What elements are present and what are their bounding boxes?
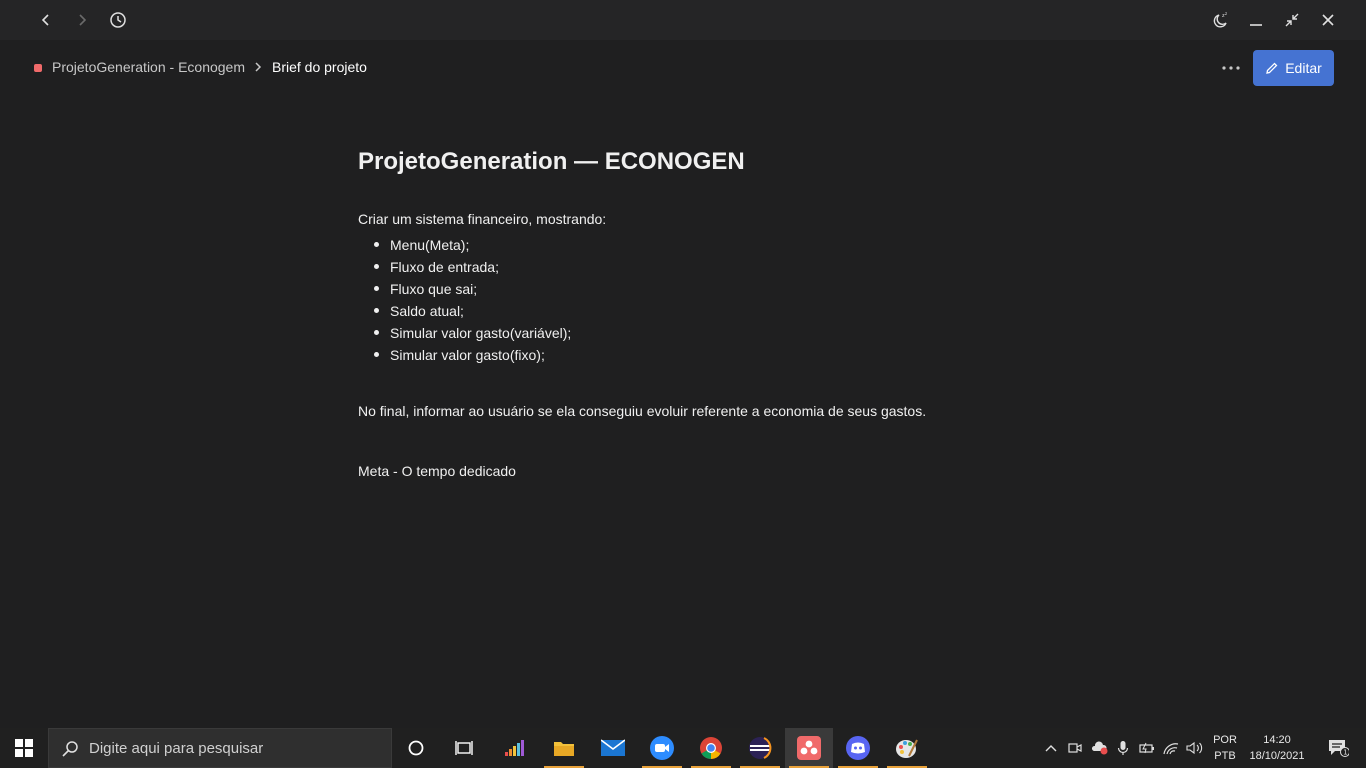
clock-icon xyxy=(110,12,126,28)
list-item: Fluxo de entrada; xyxy=(373,256,571,278)
close-button[interactable] xyxy=(1310,0,1346,40)
cortana-icon xyxy=(408,740,424,756)
search-icon xyxy=(62,741,78,757)
minimize-icon xyxy=(1250,24,1262,26)
taskbar-search-box[interactable]: Digite aqui para pesquisar xyxy=(48,728,392,768)
file-explorer-icon xyxy=(554,742,574,756)
taskbar-clock[interactable]: 14:20 18/10/2021 xyxy=(1244,732,1310,764)
moon-zzz-icon: zz xyxy=(1213,11,1227,28)
title-bar: zz xyxy=(0,0,1366,40)
notification-count: 1 xyxy=(1343,749,1347,757)
restore-button[interactable] xyxy=(1274,0,1310,40)
taskbar-app-paint[interactable] xyxy=(883,728,931,768)
keyboard-layout-code: PTB xyxy=(1214,750,1236,762)
brief-title: ProjetoGeneration — ECONOGEN xyxy=(358,148,745,175)
mail-icon xyxy=(601,739,625,756)
speaker-icon xyxy=(1186,741,1203,755)
battery-charging-icon xyxy=(1139,742,1154,754)
search-placeholder: Digite aqui para pesquisar xyxy=(89,740,264,757)
edit-button-label: Editar xyxy=(1285,60,1322,76)
wifi-icon xyxy=(1163,743,1179,755)
list-item: Simular valor gasto(variável); xyxy=(373,322,571,344)
tray-meet-now[interactable] xyxy=(1064,728,1086,768)
microphone-icon xyxy=(1117,741,1129,755)
windows-taskbar: Digite aqui para pesquisar POR PTB 14:20… xyxy=(0,728,1366,768)
camera-icon xyxy=(1068,743,1082,753)
taskbar-app-chrome[interactable] xyxy=(687,728,735,768)
windows-logo-icon xyxy=(15,739,33,757)
edit-button[interactable]: Editar xyxy=(1253,50,1334,86)
task-view-button[interactable] xyxy=(440,728,488,768)
forward-button[interactable] xyxy=(64,0,100,40)
brief-meta-line: Meta - O tempo dedicado xyxy=(358,463,516,479)
chevron-right-icon xyxy=(255,62,262,72)
clock-time: 14:20 xyxy=(1263,734,1291,746)
chevron-up-icon xyxy=(1045,745,1057,752)
cloud-error-icon xyxy=(1091,741,1108,755)
zoom-icon xyxy=(650,736,674,760)
paint-icon xyxy=(896,739,918,758)
chrome-icon xyxy=(700,737,722,759)
taskbar-app-deezer[interactable] xyxy=(491,728,539,768)
language-code: POR xyxy=(1213,734,1237,746)
chevron-left-icon xyxy=(41,14,49,26)
svg-text:z: z xyxy=(1225,11,1227,16)
project-brief[interactable]: ProjetoGeneration — ECONOGEN Criar um si… xyxy=(358,140,1058,479)
pencil-icon xyxy=(1266,62,1278,74)
chevron-right-icon xyxy=(79,14,87,26)
list-item: Saldo atual; xyxy=(373,300,571,322)
show-hidden-icons-button[interactable] xyxy=(1040,728,1062,768)
asana-window: zz ProjetoGeneration - Econogem Brief do… xyxy=(0,0,1366,728)
taskbar-app-mail[interactable] xyxy=(589,728,637,768)
brief-final-paragraph: No final, informar ao usuário se ela con… xyxy=(358,403,927,419)
taskbar-app-eclipse[interactable] xyxy=(736,728,784,768)
more-horizontal-icon xyxy=(1222,66,1240,70)
eclipse-icon xyxy=(749,737,772,759)
project-color-dot xyxy=(34,64,42,72)
collapse-icon xyxy=(1285,13,1299,27)
breadcrumb: ProjetoGeneration - Econogem Brief do pr… xyxy=(0,40,1366,96)
taskbar-app-discord[interactable] xyxy=(834,728,882,768)
tray-battery[interactable] xyxy=(1136,728,1158,768)
cortana-button[interactable] xyxy=(392,728,440,768)
history-button[interactable] xyxy=(100,0,136,40)
tray-volume[interactable] xyxy=(1184,728,1206,768)
brief-intro: Criar um sistema financeiro, mostrando: xyxy=(358,211,607,227)
list-item: Simular valor gasto(fixo); xyxy=(373,344,571,366)
input-language-indicator[interactable]: POR PTB xyxy=(1210,732,1240,764)
tray-onedrive[interactable] xyxy=(1088,728,1110,768)
close-icon xyxy=(1322,14,1334,26)
breadcrumb-current: Brief do projeto xyxy=(272,59,367,75)
list-item: Fluxo que sai; xyxy=(373,278,571,300)
taskbar-app-asana[interactable] xyxy=(785,728,833,768)
more-options-button[interactable] xyxy=(1216,56,1246,80)
clock-date: 18/10/2021 xyxy=(1249,750,1305,762)
deezer-icon xyxy=(505,740,524,756)
discord-icon xyxy=(846,736,870,760)
taskbar-app-zoom[interactable] xyxy=(638,728,686,768)
tray-network[interactable] xyxy=(1160,728,1182,768)
tray-microphone[interactable] xyxy=(1112,728,1134,768)
notification-icon: 1 xyxy=(1329,740,1349,757)
feature-list: Menu(Meta); Fluxo de entrada; Fluxo que … xyxy=(373,234,571,366)
asana-icon xyxy=(797,736,821,760)
action-center-button[interactable]: 1 xyxy=(1318,728,1358,768)
minimize-button[interactable] xyxy=(1238,0,1274,40)
snooze-button[interactable]: zz xyxy=(1202,0,1238,40)
taskbar-app-file-explorer[interactable] xyxy=(540,728,588,768)
breadcrumb-project-link[interactable]: ProjetoGeneration - Econogem xyxy=(52,59,245,75)
list-item: Menu(Meta); xyxy=(373,234,571,256)
start-button[interactable] xyxy=(0,728,48,768)
task-view-icon xyxy=(455,741,473,755)
back-button[interactable] xyxy=(28,0,64,40)
